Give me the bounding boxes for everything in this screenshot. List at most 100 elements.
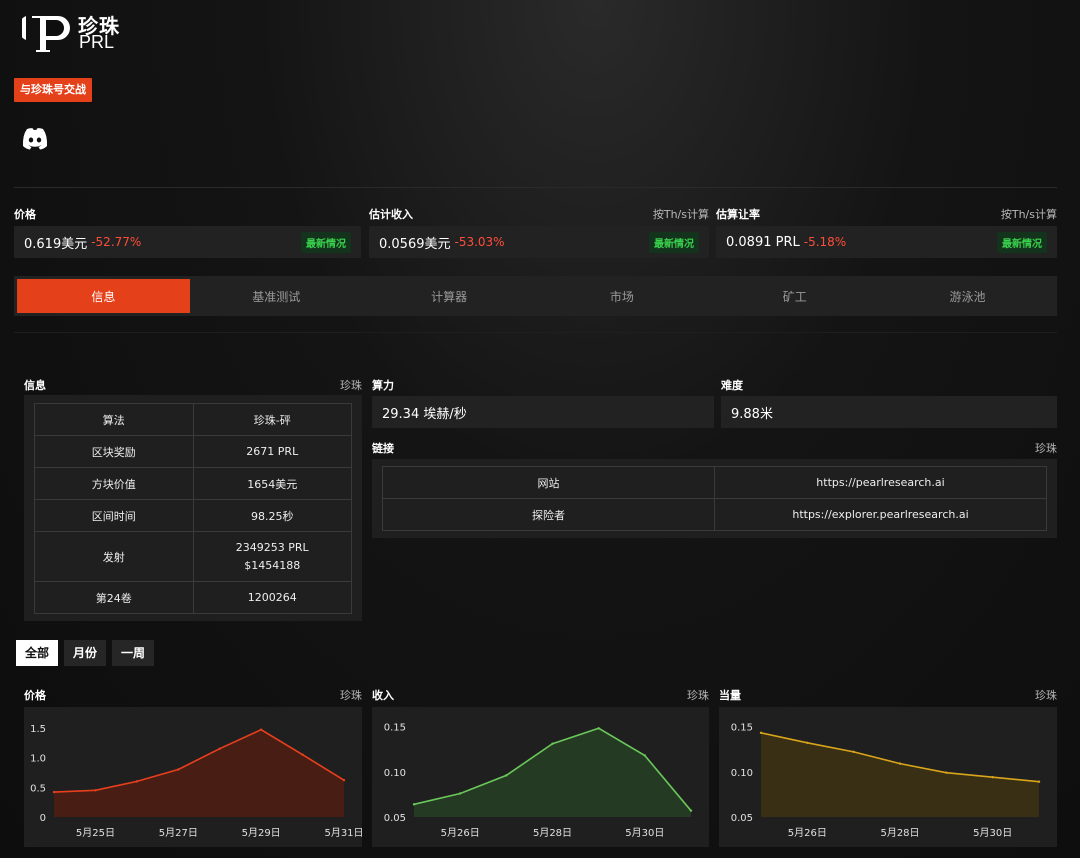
- tab-pools[interactable]: 游泳池: [881, 279, 1054, 313]
- table-row: 方块价值 1654美元: [34, 467, 352, 500]
- data-point: [52, 790, 56, 794]
- table-row: 探险者 https://explorer.pearlresearch.ai: [382, 498, 1047, 531]
- tab-calculator[interactable]: 计算器: [363, 279, 536, 313]
- x-tick-label: 5月28日: [533, 827, 572, 839]
- range-all-button[interactable]: 全部: [16, 640, 59, 666]
- info-table: 算法 珍珠-砰 区块奖励 2671 PRL 方块价值 1654美元 区间时间 9…: [34, 403, 352, 614]
- chart-yield-title: 当量: [719, 689, 741, 702]
- table-row: 区块奖励 2671 PRL: [34, 435, 352, 468]
- data-point: [342, 778, 346, 782]
- difficulty-label: 难度: [721, 379, 743, 392]
- link-key: 探险者: [382, 498, 715, 531]
- tab-miners[interactable]: 矿工: [708, 279, 881, 313]
- main-tabs: 信息 基准测试 计算器 市场 矿工 游泳池: [14, 276, 1057, 316]
- tab-benchmark[interactable]: 基准测试: [190, 279, 363, 313]
- x-tick-label: 5月31日: [324, 827, 362, 839]
- difficulty-value: 9.88米: [721, 396, 1057, 428]
- price-chart: 0 0.5 1.0 1.5 5月25日 5月27日 5月29日 5月31日: [24, 707, 364, 847]
- links-panel: 网站 https://pearlresearch.ai 探险者 https://…: [372, 459, 1057, 538]
- price-latest-badge[interactable]: 最新情况: [301, 231, 351, 253]
- series-area: [414, 728, 691, 817]
- info-key: 方块价值: [34, 467, 194, 500]
- emission-prl: 2349253 PRL: [235, 540, 309, 554]
- info-side-label: 珍珠: [340, 379, 362, 392]
- data-point: [301, 753, 304, 756]
- table-row: 区间时间 98.25秒: [34, 499, 352, 532]
- data-point: [945, 771, 948, 774]
- yield-note: 按Th/s计算: [1000, 208, 1057, 221]
- links-table: 网站 https://pearlresearch.ai 探险者 https://…: [382, 466, 1047, 531]
- series-area: [761, 732, 1039, 817]
- price-card: 0.619美元 -52.77% 最新情况: [14, 226, 361, 258]
- discord-icon[interactable]: [20, 126, 50, 152]
- data-point: [643, 754, 647, 757]
- data-point: [458, 792, 462, 795]
- info-panel: 算法 珍珠-砰 区块奖励 2671 PRL 方块价值 1654美元 区间时间 9…: [24, 395, 362, 621]
- price-change: -52.77%: [91, 235, 142, 249]
- data-point: [177, 768, 180, 771]
- chart-price-side: 珍珠: [340, 689, 362, 702]
- brand-logo[interactable]: 珍珠 PRL: [22, 10, 132, 54]
- series-area: [54, 729, 344, 817]
- y-tick-label: 0.10: [731, 768, 753, 779]
- info-value: 2671 PRL: [192, 435, 352, 468]
- revenue-change: -53.03%: [454, 235, 505, 249]
- range-week-button[interactable]: 一周: [112, 640, 155, 666]
- x-tick-label: 5月28日: [880, 827, 919, 839]
- tab-info[interactable]: 信息: [17, 279, 190, 313]
- x-tick-label: 5月26日: [788, 827, 827, 839]
- x-tick-label: 5月30日: [973, 827, 1012, 839]
- revenue-chart-svg: 0.05 0.10 0.15 5月26日 5月28日 5月30日: [384, 723, 693, 839]
- x-tick-label: 5月29日: [242, 827, 281, 839]
- data-point: [551, 742, 554, 745]
- website-link[interactable]: https://pearlresearch.ai: [714, 466, 1047, 499]
- info-title: 信息: [24, 379, 46, 392]
- data-point: [898, 762, 902, 765]
- yield-latest-badge[interactable]: 最新情况: [997, 231, 1047, 253]
- y-tick-label: 0.15: [731, 723, 753, 734]
- x-tick-label: 5月26日: [441, 827, 480, 839]
- data-point: [218, 747, 221, 750]
- yield-card: 0.0891 PRL -5.18% 最新情况: [716, 226, 1057, 258]
- explorer-link[interactable]: https://explorer.pearlresearch.ai: [714, 498, 1047, 531]
- table-row: 网站 https://pearlresearch.ai: [382, 466, 1047, 499]
- revenue-card: 0.0569美元 -53.03% 最新情况: [369, 226, 709, 258]
- hashrate-label: 算力: [372, 379, 394, 392]
- y-tick-label: 0.15: [384, 723, 406, 734]
- info-key: 算法: [34, 403, 194, 436]
- y-tick-label: 1.0: [30, 754, 46, 765]
- data-point: [505, 774, 508, 777]
- info-value: 珍珠-砰: [192, 403, 352, 436]
- pearl-logo-icon: [22, 16, 70, 52]
- links-title: 链接: [372, 442, 394, 455]
- emission-usd: $1454188: [244, 558, 301, 572]
- data-point: [759, 731, 763, 735]
- chart-revenue-side: 珍珠: [687, 689, 709, 702]
- data-point: [412, 803, 416, 806]
- data-point: [1037, 780, 1041, 783]
- x-tick-label: 5月30日: [625, 827, 664, 839]
- yield-chart: 0.05 0.10 0.15 5月26日 5月28日 5月30日: [719, 707, 1057, 847]
- battle-button[interactable]: 与珍珠号交战: [14, 78, 92, 102]
- range-month-button[interactable]: 月份: [64, 640, 107, 666]
- data-point: [689, 809, 693, 812]
- chart-yield-side: 珍珠: [1035, 689, 1057, 702]
- hashrate-value: 29.34 埃赫/秒: [372, 396, 714, 428]
- data-point: [94, 789, 97, 792]
- tabs-divider: [14, 332, 1057, 333]
- price-label: 价格: [14, 208, 36, 221]
- chart-revenue-title: 收入: [372, 689, 394, 702]
- tab-market[interactable]: 市场: [535, 279, 708, 313]
- y-tick-label: 0.05: [384, 813, 406, 824]
- data-point: [135, 780, 139, 783]
- data-point: [259, 728, 263, 731]
- revenue-label: 估计收入: [369, 208, 413, 221]
- info-value: 98.25秒: [192, 499, 352, 532]
- revenue-note: 按Th/s计算: [652, 208, 709, 221]
- yield-label: 估算让率: [716, 208, 760, 221]
- table-row: 第24卷 1200264: [34, 581, 352, 614]
- table-row: 发射 2349253 PRL $1454188: [34, 531, 352, 582]
- revenue-latest-badge[interactable]: 最新情况: [649, 231, 699, 253]
- price-value: 0.619美元: [24, 236, 88, 252]
- info-key: 第24卷: [34, 581, 194, 614]
